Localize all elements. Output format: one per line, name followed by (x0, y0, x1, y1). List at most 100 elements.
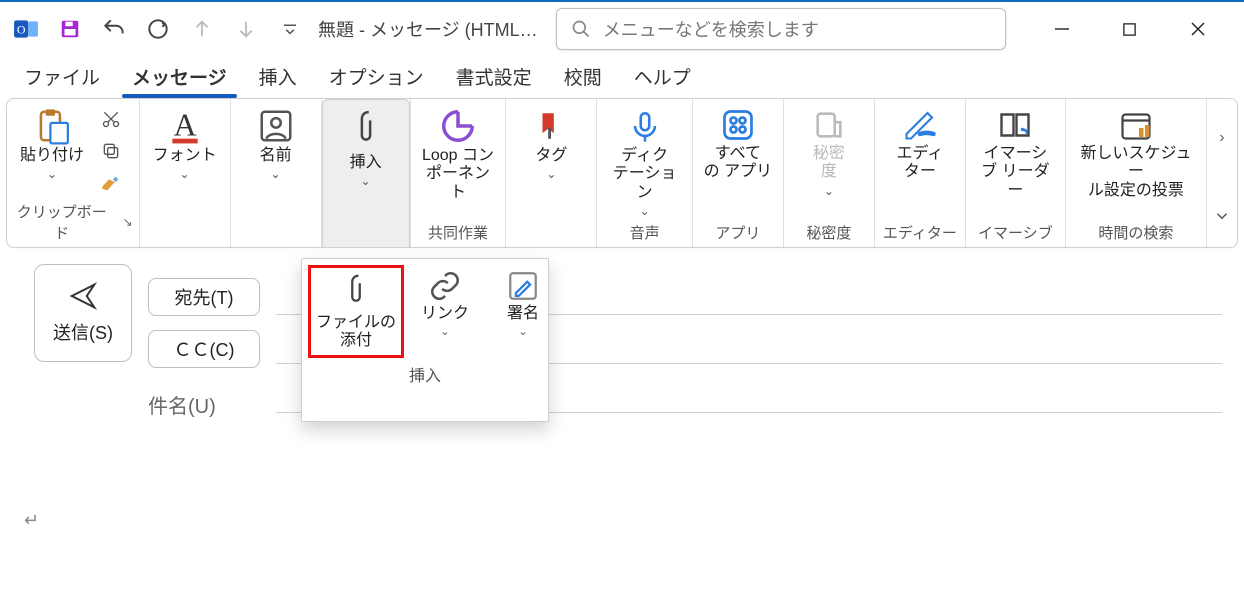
attach-file-label: ファイルの 添付 (316, 314, 396, 351)
ribbon-overflow-right-icon[interactable]: › (1219, 129, 1224, 147)
immersive-label: イマーシ ブ リーダー (976, 145, 1055, 200)
tab-insert[interactable]: 挿入 (245, 59, 311, 96)
compose-header: 送信(S) 宛先(T) ＣＣ(C) 件名(U) (0, 248, 1244, 425)
window-controls (1042, 9, 1238, 49)
group-collab: Loop コン ポーネント 共同作業 (411, 99, 507, 247)
group-editor-label: エディター (883, 222, 957, 243)
signature-label: 署名 (507, 305, 539, 323)
chevron-down-icon: ⌄ (518, 325, 527, 338)
titlebar: O 無題 - メッセージ (HTML… メニューなどを検索します (0, 2, 1244, 56)
insert-link-button[interactable]: リンク ⌄ (408, 265, 482, 342)
chevron-down-icon: ⌄ (180, 167, 190, 181)
signature-button[interactable]: 署名 ⌄ (486, 265, 560, 342)
editor-button[interactable]: エディ ター (881, 103, 959, 182)
minimize-button[interactable] (1042, 9, 1082, 49)
next-item-button (226, 9, 266, 49)
apps-label: すべて の アプリ (704, 145, 772, 182)
search-placeholder: メニューなどを検索します (603, 16, 819, 42)
schedule-label: 新しいスケジュー ル設定の投票 (1076, 145, 1196, 200)
tab-format[interactable]: 書式設定 (442, 59, 546, 96)
group-immersive: イマーシ ブ リーダー イマーシブ (966, 99, 1066, 247)
tab-options[interactable]: オプション (315, 59, 438, 96)
group-editor: エディ ター エディター (875, 99, 966, 247)
qat-customize-button[interactable] (270, 9, 310, 49)
group-insert: 挿入 ⌄ (322, 99, 411, 247)
group-apps: すべて の アプリ アプリ (693, 99, 784, 247)
tab-review[interactable]: 校閲 (550, 59, 616, 96)
names-button[interactable]: 名前 ⌄ (237, 103, 315, 181)
loop-component-button[interactable]: Loop コン ポーネント (417, 103, 500, 202)
chevron-down-icon: ⌄ (271, 167, 281, 181)
tab-message[interactable]: メッセージ (118, 59, 241, 96)
group-sensitivity: 秘密 度 ⌄ 秘密度 (784, 99, 875, 247)
search-icon (571, 19, 591, 39)
paste-label: 貼り付け (20, 147, 84, 165)
tab-file[interactable]: ファイル (10, 59, 114, 96)
loop-label: Loop コン ポーネント (421, 147, 496, 202)
format-painter-button[interactable] (95, 169, 127, 197)
chevron-down-icon: ⌄ (640, 204, 650, 218)
close-button[interactable] (1178, 9, 1218, 49)
group-tag: タグ ⌄ (506, 99, 597, 247)
maximize-button[interactable] (1110, 9, 1150, 49)
send-button[interactable]: 送信(S) (34, 264, 132, 362)
ribbon-tabs: ファイル メッセージ 挿入 オプション 書式設定 校閲 ヘルプ (0, 56, 1244, 96)
window-title: 無題 - メッセージ (HTML… (318, 16, 538, 42)
cc-button[interactable]: ＣＣ(C) (148, 330, 260, 368)
insert-link-label: リンク (421, 305, 469, 323)
group-sensitivity-label: 秘密度 (806, 222, 851, 243)
undo-button[interactable] (94, 9, 134, 49)
subject-label: 件名(U) (148, 390, 216, 419)
clipboard-launcher-icon[interactable]: ↘ (117, 215, 133, 229)
sensitivity-button: 秘密 度 ⌄ (790, 103, 868, 198)
names-label: 名前 (260, 147, 292, 165)
search-wrap: メニューなどを検索します (556, 8, 1006, 50)
immersive-reader-button[interactable]: イマーシ ブ リーダー (972, 103, 1059, 200)
paragraph-mark-icon: ↵ (24, 510, 39, 530)
prev-item-button (182, 9, 222, 49)
insert-split-button[interactable]: 挿入 ⌄ (322, 99, 410, 248)
chevron-down-icon: ⌄ (546, 167, 556, 181)
group-clipboard-label: クリップボード (13, 201, 111, 243)
dictation-button[interactable]: ディク テーション ⌄ (603, 103, 686, 218)
to-label: 宛先(T) (175, 284, 234, 310)
all-apps-button[interactable]: すべて の アプリ (699, 103, 777, 182)
group-immersive-label: イマーシブ (978, 222, 1053, 243)
group-time-label: 時間の検索 (1098, 222, 1173, 243)
ribbon-overflow: › (1206, 99, 1237, 247)
cc-label: ＣＣ(C) (174, 336, 235, 362)
tell-me-search[interactable]: メニューなどを検索します (556, 8, 1006, 50)
group-clipboard: 貼り付け ⌄ クリップボード ↘ (7, 99, 140, 247)
save-button[interactable] (50, 9, 90, 49)
group-names: 名前 ⌄ (231, 99, 322, 247)
font-button[interactable]: A フォント ⌄ (146, 103, 224, 181)
group-voice: ディク テーション ⌄ 音声 (597, 99, 693, 247)
paste-button[interactable]: 貼り付け ⌄ (13, 103, 91, 181)
group-time: 新しいスケジュー ル設定の投票 時間の検索 (1066, 99, 1206, 247)
cut-button[interactable] (95, 105, 127, 133)
sensitivity-label: 秘密 度 (813, 145, 845, 182)
address-buttons: 宛先(T) ＣＣ(C) 件名(U) (148, 264, 260, 419)
copy-button[interactable] (95, 137, 127, 165)
chevron-down-icon: ⌄ (47, 167, 57, 181)
ribbon: 貼り付け ⌄ クリップボード ↘ A (6, 98, 1238, 248)
insert-dropdown-group-label: 挿入 (308, 362, 542, 386)
editor-label: エディ ター (896, 145, 943, 182)
svg-text:O: O (17, 22, 26, 36)
chevron-down-icon: ⌄ (824, 184, 834, 198)
dictation-label: ディク テーション (607, 147, 682, 202)
attach-file-button[interactable]: ファイルの 添付 (308, 265, 404, 358)
quick-access-toolbar: O (6, 9, 310, 49)
redo-button[interactable] (138, 9, 178, 49)
insert-dropdown-panel: ファイルの 添付 リンク ⌄ 署名 ⌄ 挿入 (301, 258, 549, 422)
scheduling-poll-button[interactable]: 新しいスケジュー ル設定の投票 (1072, 103, 1200, 200)
font-label: フォント (153, 147, 217, 165)
message-body[interactable]: ↵ (24, 510, 39, 531)
group-font: A フォント ⌄ (140, 99, 231, 247)
insert-label: 挿入 (350, 154, 382, 172)
tab-help[interactable]: ヘルプ (620, 59, 705, 96)
tag-button[interactable]: タグ ⌄ (512, 103, 590, 181)
outlook-logo: O (6, 9, 46, 49)
ribbon-collapse-button[interactable] (1213, 207, 1231, 225)
to-button[interactable]: 宛先(T) (148, 278, 260, 316)
